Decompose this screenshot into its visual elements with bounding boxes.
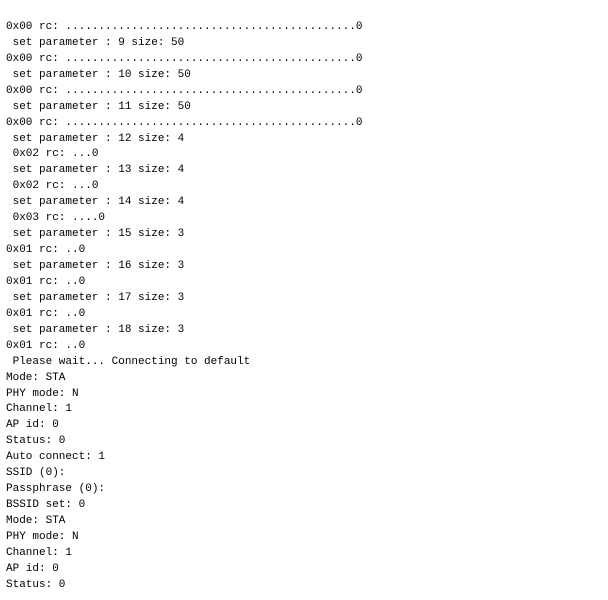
terminal-line: set parameter : 18 size: 3 <box>6 323 602 339</box>
terminal-line: 0x02 rc: ...0 <box>6 179 602 195</box>
terminal-line: Mode: STA <box>6 371 602 387</box>
terminal-line: set parameter : 17 size: 3 <box>6 291 602 307</box>
terminal-line: PHY mode: N <box>6 387 602 403</box>
terminal-line: 0x00 rc: ...............................… <box>6 84 602 100</box>
terminal-line: 0x00 rc: ...............................… <box>6 52 602 68</box>
terminal-line: 0x01 rc: ..0 <box>6 243 602 259</box>
terminal-line: SSID (0): <box>6 466 602 482</box>
terminal-line: set parameter : 14 size: 4 <box>6 195 602 211</box>
terminal-line: Please wait... Connecting to default <box>6 355 602 371</box>
terminal-output: 0x00 rc: ...............................… <box>0 0 608 598</box>
terminal-line: Auto connect: 1 <box>6 450 602 466</box>
terminal-line: set parameter : 12 size: 4 <box>6 132 602 148</box>
terminal-line: Status: 0 <box>6 578 602 594</box>
terminal-line: 0x01 rc: ..0 <box>6 307 602 323</box>
terminal-line: 0x01 rc: ..0 <box>6 339 602 355</box>
terminal-line: set parameter : 10 size: 50 <box>6 68 602 84</box>
terminal-line: AP id: 0 <box>6 418 602 434</box>
terminal-line: Channel: 1 <box>6 402 602 418</box>
terminal-line: AP id: 0 <box>6 562 602 578</box>
terminal-line: Mode: STA <box>6 514 602 530</box>
terminal-line: set parameter : 16 size: 3 <box>6 259 602 275</box>
terminal-line: set parameter : 15 size: 3 <box>6 227 602 243</box>
terminal-line: 0x00 rc: ...............................… <box>6 20 602 36</box>
terminal-line: Passphrase (0): <box>6 482 602 498</box>
terminal-line: 0x00 rc: ...............................… <box>6 116 602 132</box>
terminal-line: Channel: 1 <box>6 546 602 562</box>
terminal-line: 0x01 rc: ..0 <box>6 275 602 291</box>
terminal-line: 0x03 rc: ....0 <box>6 211 602 227</box>
terminal-line: set parameter : 11 size: 50 <box>6 100 602 116</box>
terminal-line: set parameter : 9 size: 50 <box>6 36 602 52</box>
terminal-line: set parameter : 13 size: 4 <box>6 163 602 179</box>
terminal-line: PHY mode: N <box>6 530 602 546</box>
terminal-line: 0x02 rc: ...0 <box>6 147 602 163</box>
terminal-line: Status: 0 <box>6 434 602 450</box>
terminal-line: BSSID set: 0 <box>6 498 602 514</box>
